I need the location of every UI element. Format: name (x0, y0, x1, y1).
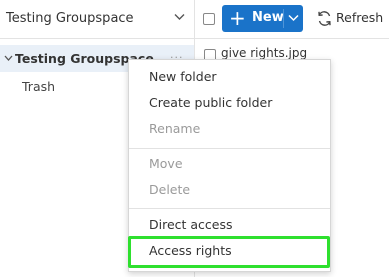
highlight-box (128, 236, 330, 268)
menu-item-label: Move (149, 156, 183, 171)
menu-item-label: Direct access (149, 217, 233, 232)
refresh-label: Refresh (336, 10, 384, 25)
menu-divider (129, 148, 330, 149)
chevron-down-icon[interactable] (288, 14, 299, 22)
menu-item-label: Delete (149, 182, 191, 197)
groupspace-selector[interactable]: Testing Groupspace (0, 0, 194, 39)
file-name[interactable]: give rights.jpg (221, 46, 307, 60)
menu-item-create-public-folder[interactable]: Create public folder (129, 91, 330, 115)
menu-item-move: Move (129, 152, 330, 176)
menu-divider (129, 208, 330, 209)
menu-item-delete: Delete (129, 178, 330, 202)
menu-item-direct-access[interactable]: Direct access (129, 213, 330, 237)
new-button-label: New (252, 10, 284, 25)
plus-icon: + (229, 6, 246, 30)
chevron-down-icon (174, 14, 185, 20)
menu-item-label: New folder (149, 69, 217, 84)
menu-item-label: Create public folder (149, 95, 273, 110)
menu-item-label: Rename (149, 121, 201, 136)
chevron-down-icon[interactable] (4, 55, 13, 61)
menu-item-rename: Rename (129, 117, 330, 141)
button-divider (283, 9, 284, 28)
menu-item-new-folder[interactable]: New folder (129, 65, 330, 89)
new-button[interactable]: + New (222, 5, 303, 32)
tree-item-trash[interactable]: Trash (22, 79, 55, 94)
refresh-icon (318, 11, 331, 26)
select-all-checkbox[interactable] (203, 13, 215, 25)
groupspace-selector-label: Testing Groupspace (6, 11, 134, 26)
